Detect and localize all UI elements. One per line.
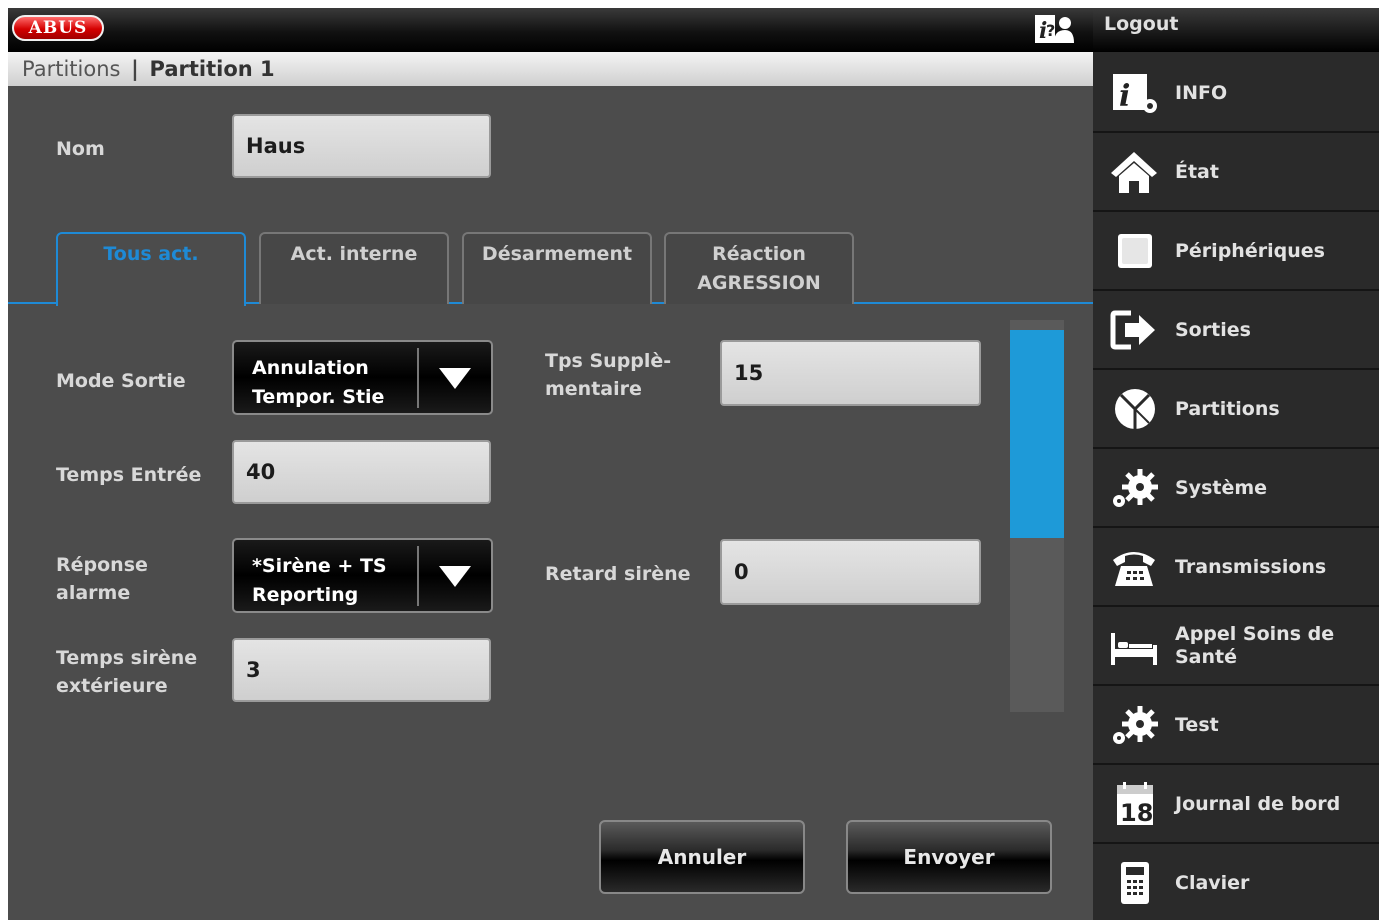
sidebar-item-label: Transmissions: [1175, 555, 1327, 578]
telephone-icon: [1113, 552, 1155, 586]
label-line2: mentaire: [545, 378, 642, 400]
sidebar-item-sorties[interactable]: Sorties: [1093, 291, 1379, 370]
reponse-alarme-select[interactable]: *Sirène + TS Reporting: [232, 538, 493, 613]
gears-icon: [1113, 706, 1158, 744]
sidebar-item-transmissions[interactable]: Transmissions: [1093, 528, 1379, 607]
sidebar-item-etat[interactable]: État: [1093, 133, 1379, 212]
name-input[interactable]: Haus: [232, 114, 491, 178]
temps-sirene-label: Temps sirène extérieure: [56, 644, 197, 700]
top-bar: ABUS i ?: [8, 8, 1093, 52]
label-line1: Temps sirène: [56, 647, 198, 669]
info-icon: i: [1113, 74, 1157, 114]
help-user-icon[interactable]: i ?: [1034, 14, 1074, 44]
select-divider: [417, 348, 419, 408]
temps-sirene-input[interactable]: 3: [232, 638, 491, 702]
partitions-icon: [1115, 389, 1155, 429]
select-value: *Sirène + TS Reporting: [252, 552, 412, 610]
sidebar-item-test[interactable]: Test: [1093, 686, 1379, 765]
tab-act-interne[interactable]: Act. interne: [259, 232, 449, 304]
sidebar-item-label: Sorties: [1175, 318, 1251, 341]
app-window: ABUS i ? Partitions | Partition 1 Nom Ha…: [8, 8, 1379, 920]
sidebar-item-appel-soins[interactable]: Appel Soins de Santé: [1093, 607, 1379, 686]
tab-label: Réaction AGRESSION: [697, 243, 821, 294]
label-line1: Réponse: [56, 554, 148, 576]
retard-sirene-label: Retard sirène: [545, 563, 691, 585]
svg-text:i: i: [1119, 79, 1130, 114]
tab-label: Act. interne: [290, 243, 418, 265]
abus-logo: ABUS: [12, 15, 104, 41]
label-line2: extérieure: [56, 675, 168, 697]
home-icon: [1111, 152, 1157, 193]
device-icon: [1118, 234, 1152, 268]
svg-text:?: ?: [1046, 21, 1055, 40]
sidebar-item-label: Appel Soins de Santé: [1175, 623, 1335, 668]
tps-supplementaire-input[interactable]: 15: [720, 340, 981, 406]
gears-icon: [1113, 469, 1158, 507]
sidebar-item-label: Périphériques: [1175, 239, 1325, 262]
cancel-button[interactable]: Annuler: [599, 820, 805, 894]
svg-text:18: 18: [1120, 799, 1153, 827]
tab-reaction-agression[interactable]: Réaction AGRESSION: [664, 232, 854, 304]
select-divider: [417, 546, 419, 606]
bed-icon: [1111, 633, 1157, 665]
sidebar-item-label: Système: [1175, 476, 1268, 499]
select-value: Annulation Tempor. Stie: [252, 354, 412, 412]
reponse-alarme-label: Réponse alarme: [56, 551, 148, 607]
breadcrumb-separator: |: [131, 57, 139, 81]
sidebar-item-info[interactable]: i INFO: [1093, 54, 1379, 133]
dropdown-arrow-icon[interactable]: [439, 566, 471, 587]
keypad-icon: [1121, 862, 1149, 904]
send-button[interactable]: Envoyer: [846, 820, 1052, 894]
tab-label: Désarmement: [481, 243, 633, 265]
select-value-line2: Reporting: [252, 584, 359, 606]
mode-sortie-select[interactable]: Annulation Tempor. Stie: [232, 340, 493, 415]
sidebar-item-systeme[interactable]: Système: [1093, 449, 1379, 528]
tab-desarmement[interactable]: Désarmement: [462, 232, 652, 304]
select-value-line1: Annulation: [252, 357, 369, 379]
mode-sortie-label: Mode Sortie: [56, 370, 186, 392]
output-icon: [1110, 310, 1155, 350]
sidebar-item-label: Partitions: [1175, 397, 1280, 420]
label-line1: Tps Supplè-: [545, 350, 672, 372]
sidebar-item-label: Clavier: [1175, 871, 1250, 894]
breadcrumb-current: Partition 1: [149, 57, 275, 81]
select-value-line1: *Sirène + TS: [252, 555, 387, 577]
tab-label: Tous act.: [103, 243, 199, 265]
breadcrumb: Partitions | Partition 1: [8, 52, 1093, 86]
retard-sirene-input[interactable]: 0: [720, 539, 981, 605]
name-label: Nom: [56, 138, 105, 160]
temps-entree-input[interactable]: 40: [232, 440, 491, 504]
tps-supplementaire-label: Tps Supplè- mentaire: [545, 347, 671, 403]
sidebar-item-label: INFO: [1175, 81, 1228, 104]
select-value-line2: Tempor. Stie: [252, 386, 385, 408]
sidebar: Logout i INFO État Périphériques Sorties…: [1093, 8, 1379, 920]
breadcrumb-parent[interactable]: Partitions: [22, 57, 120, 81]
sidebar-item-label: Journal de bord: [1175, 792, 1341, 815]
sidebar-item-label: Test: [1175, 713, 1219, 736]
sidebar-item-peripheriques[interactable]: Périphériques: [1093, 212, 1379, 291]
calendar-icon: 18: [1117, 782, 1153, 827]
sidebar-item-label: État: [1175, 160, 1219, 183]
scrollbar-thumb[interactable]: [1010, 330, 1064, 538]
sidebar-item-journal[interactable]: 18 Journal de bord: [1093, 765, 1379, 844]
sidebar-item-partitions[interactable]: Partitions: [1093, 370, 1379, 449]
tab-tous-act[interactable]: Tous act.: [56, 232, 246, 306]
dropdown-arrow-icon[interactable]: [439, 368, 471, 389]
sidebar-item-clavier[interactable]: Clavier: [1093, 844, 1379, 920]
label-line2: alarme: [56, 582, 131, 604]
logout-button[interactable]: Logout: [1093, 8, 1379, 52]
temps-entree-label: Temps Entrée: [56, 464, 202, 486]
